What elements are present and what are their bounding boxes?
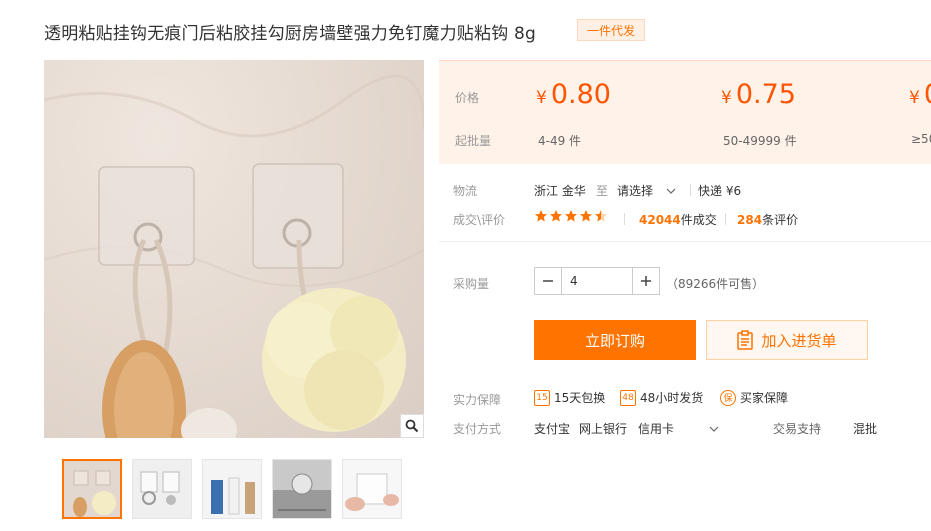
tier-price-1: ¥0.80 <box>536 79 611 110</box>
product-main-image[interactable] <box>44 60 424 438</box>
star-half-icon <box>595 210 607 222</box>
payment-expand[interactable] <box>708 420 720 439</box>
buy-now-button[interactable]: 立即订购 <box>534 320 696 360</box>
thumbnail-image <box>133 460 191 518</box>
calendar-15-icon: 15 <box>534 389 550 406</box>
divider <box>624 213 625 225</box>
thumbnail-3[interactable] <box>202 459 262 519</box>
chevron-down-icon <box>666 188 676 194</box>
decrement-button[interactable] <box>535 268 562 294</box>
shield-icon: 保 <box>720 389 736 406</box>
payment-credit-card: 信用卡 <box>638 422 675 436</box>
deals-label: 成交\评价 <box>453 213 506 227</box>
thumbnail-image <box>64 461 120 517</box>
thumbnail-1[interactable] <box>62 459 122 519</box>
review-count[interactable]: 284条评价 <box>737 211 798 228</box>
payment-alipay: 支付宝 <box>534 422 571 436</box>
product-title: 透明粘贴挂钩无痕门后粘胶挂勾厨房墙壁强力免钉魔力贴粘钩 8g <box>44 24 537 44</box>
logistics-label: 物流 <box>453 184 478 198</box>
destination-select[interactable]: 请选择 <box>617 182 677 199</box>
price-label: 价格 <box>455 91 480 105</box>
guarantee-buyer-label: 买家保障 <box>740 391 789 405</box>
star-rating <box>534 209 608 223</box>
tier-qty-3: ≥50 <box>911 132 931 146</box>
trade-support-value: 混批 <box>853 422 878 436</box>
destination-value: 请选择 <box>617 184 654 198</box>
plus-icon <box>641 276 651 286</box>
thumbnail-image <box>203 460 261 518</box>
guarantee-buyer[interactable]: 保 买家保障 <box>720 389 788 406</box>
thumbnail-5[interactable] <box>342 459 402 519</box>
quantity-stepper <box>534 267 660 295</box>
product-photo <box>44 74 424 438</box>
thumbnail-2[interactable] <box>132 459 192 519</box>
tier-price-2: ¥0.75 <box>721 79 796 110</box>
tier-qty-2: 50-49999 件 <box>723 134 797 148</box>
moq-label: 起批量 <box>455 134 492 148</box>
section-divider <box>439 241 931 242</box>
sold-count[interactable]: 42044件成交 <box>639 211 717 228</box>
price-box: 价格 起批量 ¥0.80 4-49 件 ¥0.75 50-49999 件 ¥0 … <box>439 60 931 164</box>
tier-qty-1: 4-49 件 <box>538 134 582 148</box>
thumbnail-strip <box>62 459 402 519</box>
thumbnail-image <box>343 460 401 518</box>
guarantee-return[interactable]: 15 15天包换 <box>534 389 605 406</box>
star-icon <box>550 210 562 222</box>
thumbnail-4[interactable] <box>272 459 332 519</box>
logistics-origin: 浙江 金华 <box>534 184 586 198</box>
available-stock: （89266件可售） <box>666 277 765 291</box>
clipboard-icon <box>737 330 754 350</box>
star-icon <box>565 210 577 222</box>
add-to-list-label: 加入进货单 <box>761 331 837 350</box>
dropship-badge[interactable]: 一件代发 <box>577 19 645 41</box>
thumbnail-image <box>273 460 331 518</box>
zoom-button[interactable] <box>400 414 424 438</box>
guarantee-return-label: 15天包换 <box>554 391 606 405</box>
quantity-label: 采购量 <box>453 277 490 291</box>
logistics-to: 至 <box>596 184 609 198</box>
guarantee-shipping[interactable]: 48 48小时发货 <box>620 389 703 406</box>
increment-button[interactable] <box>632 268 659 294</box>
minus-icon <box>543 280 553 282</box>
payment-label: 支付方式 <box>453 422 502 436</box>
divider <box>690 184 691 196</box>
divider <box>725 213 726 225</box>
guarantee-label: 实力保障 <box>453 393 502 407</box>
add-to-list-button[interactable]: 加入进货单 <box>706 320 868 360</box>
guarantee-shipping-label: 48小时发货 <box>640 391 704 405</box>
payment-online-bank: 网上银行 <box>579 422 628 436</box>
star-icon <box>580 210 592 222</box>
tier-price-3: ¥0 <box>909 79 931 110</box>
clock-48-icon: 48 <box>620 389 636 406</box>
magnifier-icon <box>405 419 419 433</box>
chevron-down-icon <box>709 426 719 432</box>
quantity-input[interactable] <box>562 268 632 294</box>
express-fee: 快递 ¥6 <box>698 184 742 198</box>
trade-support-label: 交易支持 <box>773 422 822 436</box>
star-icon <box>535 210 547 222</box>
